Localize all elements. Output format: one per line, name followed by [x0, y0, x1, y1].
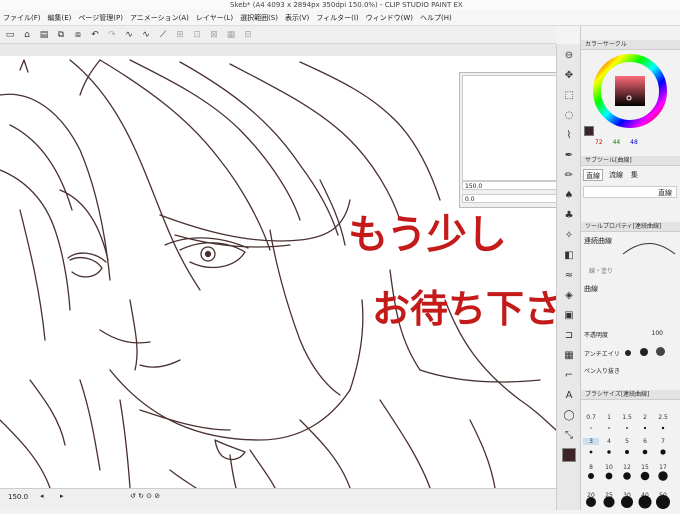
opacity-label: 不透明度 [584, 332, 609, 339]
antialias-options[interactable] [625, 347, 666, 358]
tool-frame-icon[interactable]: ▦ [559, 346, 579, 364]
subtool-tab-concentrate[interactable]: 集 [629, 169, 640, 181]
status-scroll-left-icon[interactable]: ◂ [40, 492, 44, 500]
fg-color-chip-small[interactable] [584, 126, 594, 136]
opacity-value[interactable]: 100 [643, 330, 663, 337]
fg-color-chip [562, 448, 576, 462]
tool-correct-icon[interactable]: ⤡ [559, 426, 579, 444]
canvas-message-line1: もう少し [348, 212, 507, 258]
new-file-icon[interactable]: ▭ [3, 28, 17, 41]
menu-edit[interactable]: 編集(E) [48, 13, 72, 23]
brush-size-header: ブラシサイズ[連続曲線] [581, 390, 680, 400]
snap-icon[interactable]: ⊡ [190, 28, 204, 41]
menu-filter[interactable]: フィルター(I) [316, 13, 358, 23]
tool-property-header: ツールプロパティ[連続曲線] [581, 222, 680, 232]
grid-icon[interactable]: ▦ [224, 28, 238, 41]
menu-page[interactable]: ページ管理(P) [78, 13, 123, 23]
pen-stroke-2-icon[interactable]: ∿ [139, 28, 153, 41]
tool-brush-icon[interactable]: ♠ [559, 186, 579, 204]
copy-icon[interactable]: ⧉ [54, 28, 68, 41]
menu-window[interactable]: ウィンドウ(W) [366, 13, 413, 23]
tool-move-icon[interactable]: ✥ [559, 66, 579, 84]
ruler-icon[interactable]: ⊠ [207, 28, 221, 41]
pen-stroke-3-icon[interactable]: ⟋ [156, 28, 170, 41]
b-value: 48 [630, 139, 638, 146]
fit-icon[interactable]: ⊟ [241, 28, 255, 41]
navigator-preview[interactable] [462, 75, 562, 181]
curve-label: 曲線 [584, 285, 598, 293]
tool-blend-icon[interactable]: ≈ [559, 266, 579, 284]
color-wheel[interactable] [593, 54, 667, 128]
tool-fill-icon[interactable]: ◈ [559, 286, 579, 304]
brush-size-label[interactable]: 2 [637, 414, 653, 421]
menu-view[interactable]: 表示(V) [285, 13, 309, 23]
tool-pencil-icon[interactable]: ✏ [559, 166, 579, 184]
status-rotate-icon[interactable]: ↺ ↻ ⊙ ⊘ [130, 492, 160, 500]
brush-size-label[interactable]: 2.5 [655, 414, 671, 421]
tool-palette: ⊖ ✥ ⬚ ◌ ⌇ ✒ ✏ ♠ ♣ ✧ ◧ ≈ ◈ ▣ ⊐ ▦ ⌐ A ◯ ⤡ [556, 44, 581, 510]
main-color-swatch[interactable] [559, 446, 579, 464]
tool-pen-icon[interactable]: ✒ [559, 146, 579, 164]
canvas-tab-strip [0, 44, 556, 56]
paste-icon[interactable]: ⧈ [71, 28, 85, 41]
brush-size-label[interactable]: 1 [601, 414, 617, 421]
subtool-tabs: 直線 流線 集 [583, 169, 679, 181]
undo-icon[interactable]: ↶ [88, 28, 102, 41]
brush-size-label[interactable]: 0.7 [583, 414, 599, 421]
rgb-readout: 72 44 48 [595, 139, 679, 146]
tool-eyedropper-icon[interactable]: ⌇ [559, 126, 579, 144]
right-dock: カラーサークル 72 44 48 サブツール[曲線] 直線 流線 集 直線 ツー… [580, 26, 680, 510]
status-zoom: 150.0 [8, 493, 29, 501]
tool-property-name: 連続曲線 [584, 237, 612, 245]
menu-layer[interactable]: レイヤー(L) [196, 13, 233, 23]
title-bar: Skeb* (A4 4093 x 2894px 350dpi 150.0%) -… [0, 0, 680, 10]
tool-ruler-icon[interactable]: ⌐ [559, 366, 579, 384]
color-circle-header: カラーサークル [581, 40, 680, 50]
save-icon[interactable]: ▤ [37, 28, 51, 41]
tool-select-icon[interactable]: ⬚ [559, 86, 579, 104]
curve-preview [622, 243, 676, 255]
line-fill-label: 線・塗り [589, 268, 614, 275]
open-icon[interactable]: ⌂ [20, 28, 34, 41]
menu-help[interactable]: ヘルプ(H) [420, 13, 452, 23]
menu-bar: ファイル(F) 編集(E) ページ管理(P) アニメーション(A) レイヤー(L… [0, 10, 680, 26]
navigator-zoom-field[interactable]: 150.0 [462, 181, 558, 190]
g-value: 44 [612, 139, 621, 146]
menu-animation[interactable]: アニメーション(A) [130, 13, 189, 23]
subtool-tab-straight[interactable]: 直線 [583, 169, 603, 181]
subtool-header: サブツール[曲線] [581, 156, 680, 166]
brush-size-label[interactable]: 1.5 [619, 414, 635, 421]
tool-zoom-icon[interactable]: ⊖ [559, 46, 579, 64]
brush-size-dots [586, 426, 670, 509]
tool-figure-icon[interactable]: ⊐ [559, 326, 579, 344]
command-bar: ▭ ⌂ ▤ ⧉ ⧈ ↶ ↷ ∿ ∿ ⟋ ⊞ ⊡ ⊠ ▦ ⊟ [0, 26, 556, 44]
redo-icon[interactable]: ↷ [105, 28, 119, 41]
transform-icon[interactable]: ⊞ [173, 28, 187, 41]
tool-text-icon[interactable]: A [559, 386, 579, 404]
tool-balloon-icon[interactable]: ◯ [559, 406, 579, 424]
tool-lasso-icon[interactable]: ◌ [559, 106, 579, 124]
tool-airbrush-icon[interactable]: ♣ [559, 206, 579, 224]
subtool-item-straight[interactable]: 直線 [583, 186, 677, 198]
status-scroll-right-icon[interactable]: ▸ [60, 492, 64, 500]
pen-stroke-icon[interactable]: ∿ [122, 28, 136, 41]
tool-eraser-icon[interactable]: ◧ [559, 246, 579, 264]
window-title: Skeb* (A4 4093 x 2894px 350dpi 150.0%) -… [230, 1, 463, 9]
tool-gradient-icon[interactable]: ▣ [559, 306, 579, 324]
menu-selection[interactable]: 選択範囲(S) [240, 13, 278, 23]
canvas-message-line2: お待ち下さい… [372, 287, 556, 331]
navigator-angle-field[interactable]: 0.0 [462, 194, 558, 203]
tool-decoration-icon[interactable]: ✧ [559, 226, 579, 244]
status-bar: 150.0 ◂ ▸ ↺ ↻ ⊙ ⊘ [0, 488, 556, 511]
subtool-tab-flow[interactable]: 流線 [607, 169, 625, 181]
r-value: 72 [595, 139, 603, 146]
antialias-label: アンチエイリ [584, 351, 620, 358]
thickness-label: ペン入り抜き [584, 368, 621, 375]
menu-file[interactable]: ファイル(F) [3, 13, 41, 23]
